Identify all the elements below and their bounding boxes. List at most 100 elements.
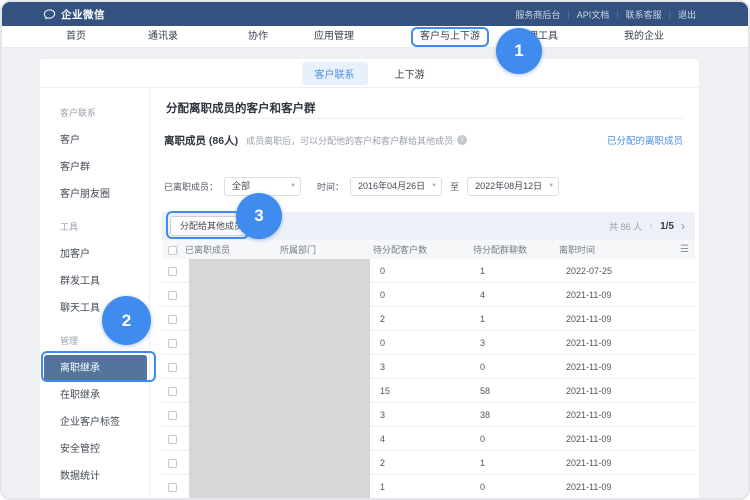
- col-header-resign-date[interactable]: 离职时间: [559, 243, 671, 256]
- clients-count-cell: 2: [380, 314, 480, 324]
- sidebar-item-add-customer[interactable]: 加客户: [40, 241, 149, 268]
- sidebar: 客户联系 客户 客户群 客户朋友圈 工具 加客户 群发工具 聊天工具 管理 离职…: [40, 88, 150, 500]
- clients-count-cell: 0: [380, 266, 480, 276]
- row-checkbox[interactable]: [168, 387, 177, 396]
- row-checkbox[interactable]: [168, 339, 177, 348]
- clients-count-cell: 2: [380, 458, 480, 468]
- date-to-select[interactable]: 2022年08月12日 ▼: [467, 177, 559, 196]
- sidebar-item-bulk-message-tool[interactable]: 群发工具: [40, 268, 149, 295]
- sidebar-section-tools: 工具: [40, 214, 149, 241]
- groups-count-cell: 0: [480, 482, 566, 492]
- info-icon: i: [457, 135, 467, 145]
- sidebar-item-resigned-inheritance[interactable]: 离职继承: [44, 355, 147, 382]
- wecom-admin-window: 企业微信 服务商后台 | API文档 | 联系客服 | 退出 首页 通讯录 协作…: [0, 0, 750, 500]
- sidebar-item-customer-groups[interactable]: 客户群: [40, 154, 149, 181]
- top-link-api-docs[interactable]: API文档: [577, 8, 610, 21]
- sidebar-section-management: 管理: [40, 328, 149, 355]
- row-checkbox[interactable]: [168, 363, 177, 372]
- logo-text: 企业微信: [61, 7, 105, 22]
- redacted-names-block: [189, 259, 370, 499]
- nav-item-home[interactable]: 首页: [66, 26, 86, 48]
- col-header-clients-to-assign[interactable]: 待分配客户数: [373, 243, 473, 256]
- next-page-icon[interactable]: ›: [681, 220, 685, 232]
- top-bar: 企业微信 服务商后台 | API文档 | 联系客服 | 退出: [2, 2, 748, 26]
- row-checkbox[interactable]: [168, 291, 177, 300]
- tab-row: 客户联系 上下游: [40, 59, 699, 88]
- chevron-down-icon: ▼: [290, 178, 296, 195]
- groups-count-cell: 0: [480, 434, 566, 444]
- sidebar-section-customer-contact: 客户联系: [40, 100, 149, 127]
- resign-date-cell: 2021-11-09: [566, 434, 671, 444]
- prev-page-icon[interactable]: ‹: [649, 220, 653, 232]
- resign-date-cell: 2021-11-09: [566, 338, 671, 348]
- top-link-contact-support[interactable]: 联系客服: [626, 8, 662, 21]
- clients-count-cell: 4: [380, 434, 480, 444]
- clients-count-cell: 0: [380, 338, 480, 348]
- nav-item-my-company[interactable]: 我的企业: [624, 26, 664, 48]
- nav-item-contacts[interactable]: 通讯录: [148, 26, 178, 48]
- date-to-value: 2022年08月12日: [475, 181, 542, 191]
- clients-count-cell: 3: [380, 410, 480, 420]
- col-header-groups-to-assign[interactable]: 待分配群聊数: [473, 243, 559, 256]
- select-all-checkbox[interactable]: [168, 246, 177, 255]
- groups-count-cell: 1: [480, 458, 566, 468]
- total-count: 共 86 人: [609, 220, 642, 233]
- nav-item-app-management[interactable]: 应用管理: [314, 26, 354, 48]
- resign-date-cell: 2021-11-09: [566, 362, 671, 372]
- sidebar-item-data-statistics[interactable]: 数据统计: [40, 463, 149, 490]
- sidebar-item-chat-tool[interactable]: 聊天工具: [40, 295, 149, 322]
- main-nav: 首页 通讯录 协作 应用管理 客户与上下游 管理工具 我的企业: [2, 26, 748, 48]
- time-filter-label: 时间：: [317, 180, 344, 193]
- groups-count-cell: 58: [480, 386, 566, 396]
- row-checkbox[interactable]: [168, 483, 177, 492]
- sidebar-item-security-control[interactable]: 安全管控: [40, 436, 149, 463]
- row-checkbox[interactable]: [168, 435, 177, 444]
- member-filter-select[interactable]: 全部 ▼: [224, 177, 301, 196]
- resign-date-cell: 2021-11-09: [566, 458, 671, 468]
- resign-date-cell: 2021-11-09: [566, 314, 671, 324]
- groups-count-cell: 1: [480, 266, 566, 276]
- groups-count-cell: 4: [480, 290, 566, 300]
- groups-count-cell: 1: [480, 314, 566, 324]
- assigned-members-link[interactable]: 已分配的离职成员: [607, 133, 683, 147]
- sidebar-item-customers[interactable]: 客户: [40, 127, 149, 154]
- row-checkbox[interactable]: [168, 459, 177, 468]
- column-settings-icon[interactable]: ☰: [680, 244, 689, 255]
- summary-row: 离职成员 (86人) 成员离职后，可以分配他的客户和客户群给其他成员 i 已分配…: [164, 132, 683, 148]
- wecom-chat-bubble-icon: [43, 8, 56, 21]
- content-card: 客户联系 上下游 客户联系 客户 客户群 客户朋友圈 工具 加客户 群发工具 聊…: [40, 59, 699, 500]
- col-header-resigned-member[interactable]: 已离职成员: [177, 243, 280, 256]
- resigned-members-count: 离职成员 (86人): [164, 133, 238, 148]
- assign-to-others-button[interactable]: 分配给其他成员: [170, 216, 253, 236]
- page-title: 分配离职成员的客户和客户群: [166, 100, 316, 116]
- member-filter-label: 已离职成员：: [164, 180, 218, 193]
- row-checkbox[interactable]: [168, 315, 177, 324]
- sidebar-section-configuration: 配置: [40, 496, 149, 500]
- nav-item-customers-updownstream[interactable]: 客户与上下游: [420, 26, 480, 48]
- tab-updownstream[interactable]: 上下游: [382, 62, 438, 85]
- nav-item-management-tools[interactable]: 管理工具: [518, 26, 558, 48]
- top-link-provider-console[interactable]: 服务商后台: [515, 8, 560, 21]
- clients-count-cell: 3: [380, 362, 480, 372]
- chevron-down-icon: ▼: [548, 178, 554, 195]
- main-panel: 分配离职成员的客户和客户群 离职成员 (86人) 成员离职后，可以分配他的客户和…: [150, 88, 699, 500]
- resign-date-cell: 2021-11-09: [566, 386, 671, 396]
- row-checkbox[interactable]: [168, 267, 177, 276]
- date-range-to-label: 至: [450, 180, 459, 193]
- clients-count-cell: 1: [380, 482, 480, 492]
- sidebar-item-customer-tags[interactable]: 企业客户标签: [40, 409, 149, 436]
- top-link-logout[interactable]: 退出: [678, 8, 696, 21]
- date-from-select[interactable]: 2016年04月26日 ▼: [350, 177, 442, 196]
- summary-description: 成员离职后，可以分配他的客户和客户群给其他成员: [246, 134, 453, 147]
- tab-customer-contact[interactable]: 客户联系: [302, 62, 368, 85]
- sidebar-item-active-inheritance[interactable]: 在职继承: [40, 382, 149, 409]
- nav-item-collaboration[interactable]: 协作: [248, 26, 268, 48]
- sidebar-item-customer-moments[interactable]: 客户朋友圈: [40, 181, 149, 208]
- top-links: 服务商后台 | API文档 | 联系客服 | 退出: [515, 8, 696, 21]
- table-header: 已离职成员 所属部门 待分配客户数 待分配群聊数 离职时间 ☰: [162, 240, 695, 259]
- row-checkbox[interactable]: [168, 411, 177, 420]
- clients-count-cell: 0: [380, 290, 480, 300]
- pagination: 共 86 人 ‹ 1/5 ›: [609, 220, 685, 233]
- wecom-logo[interactable]: 企业微信: [43, 7, 105, 22]
- col-header-department[interactable]: 所属部门: [280, 243, 373, 256]
